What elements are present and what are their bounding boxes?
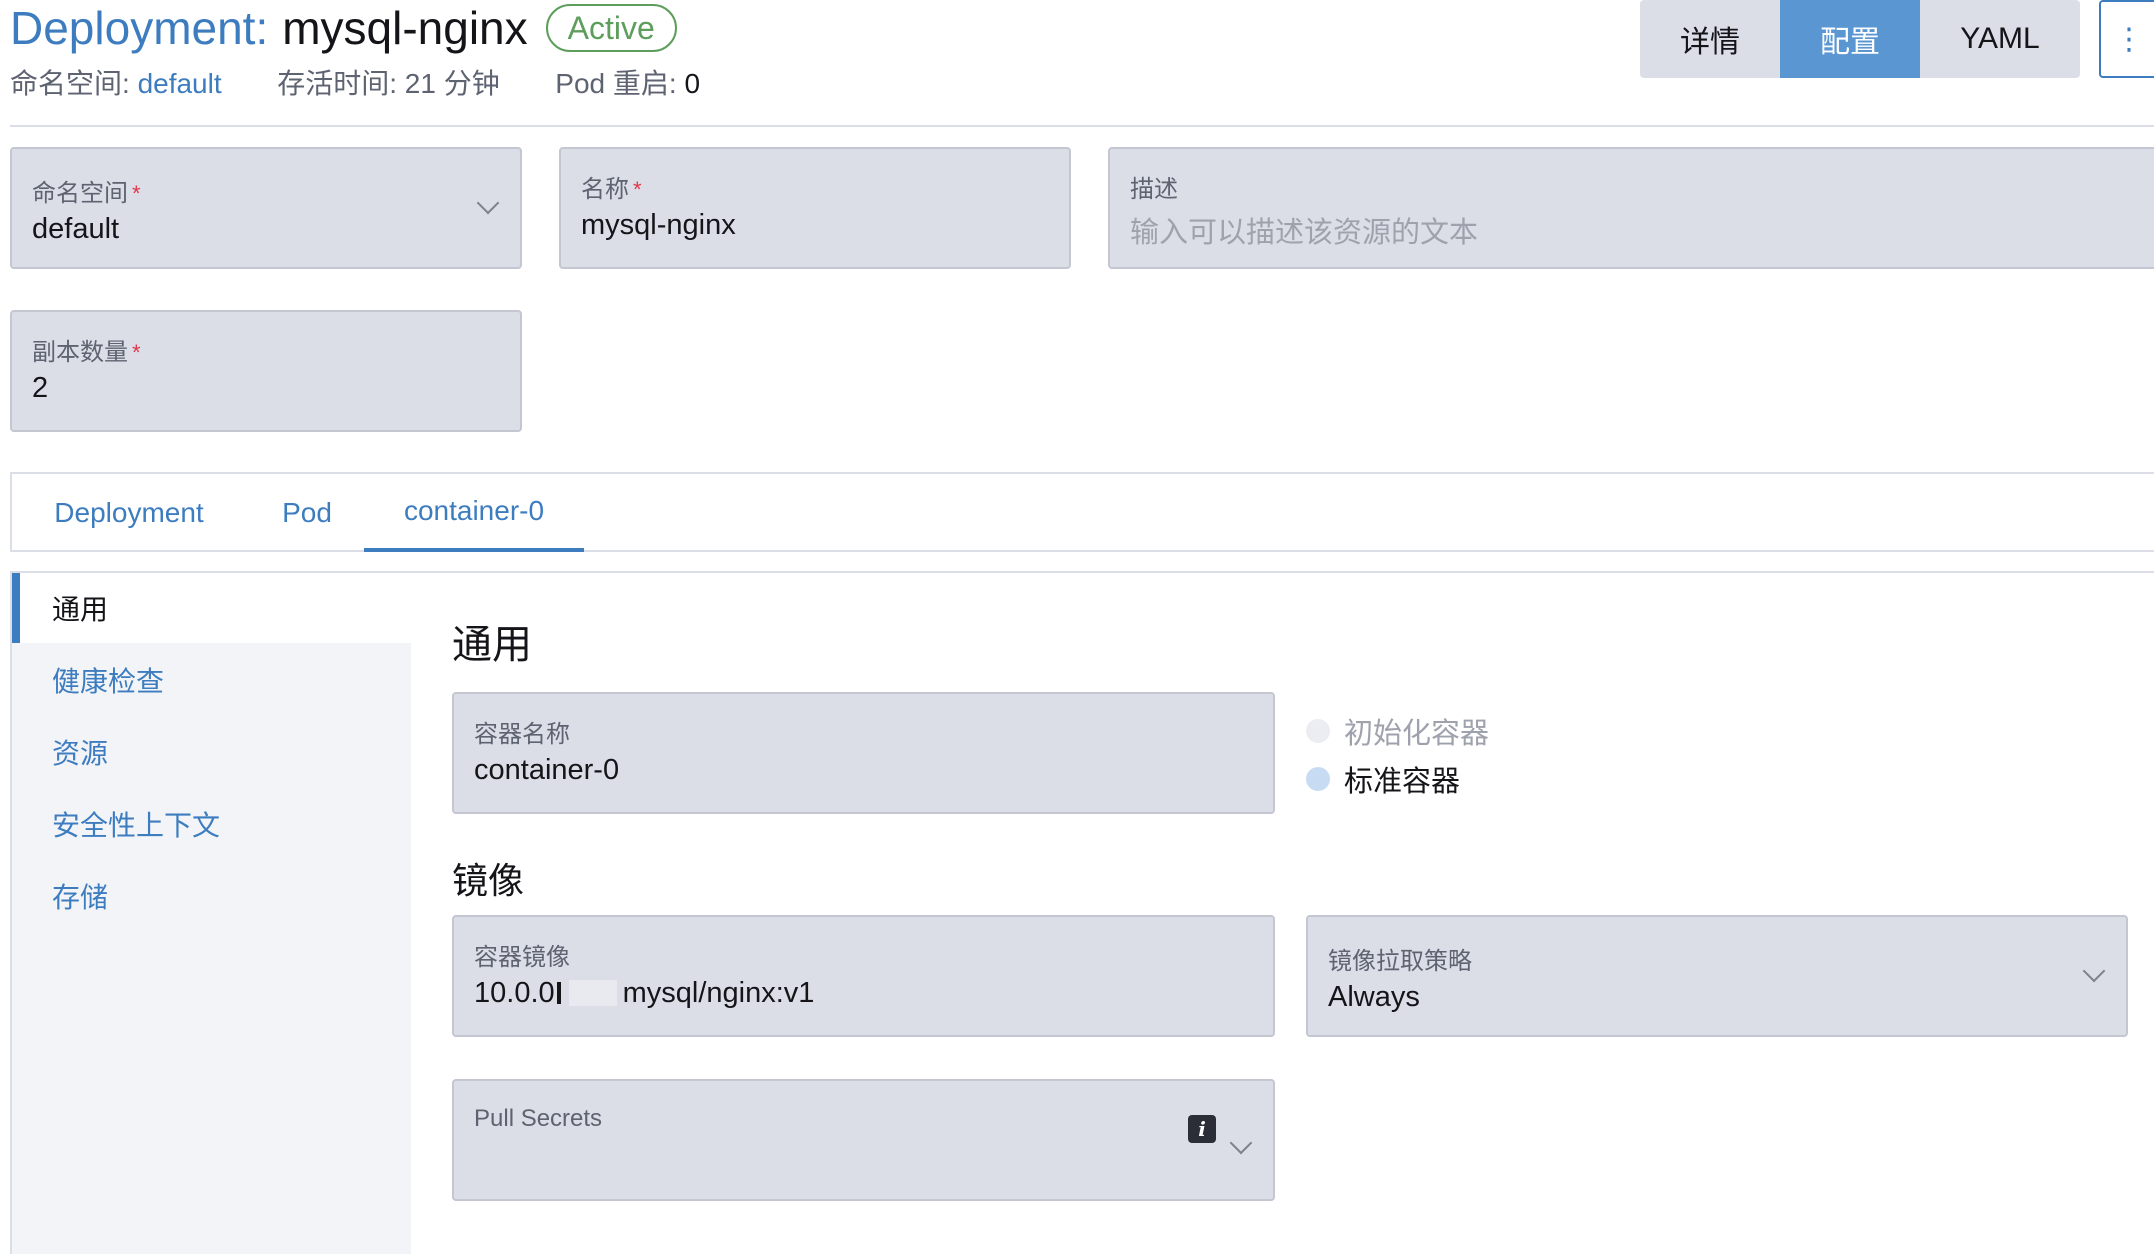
radio-init-container[interactable]: 初始化容器 — [1306, 710, 1489, 752]
sidebar-item-storage[interactable]: 存储 — [12, 861, 411, 931]
chevron-down-icon — [476, 191, 500, 215]
age-label: 存活时间: — [277, 68, 397, 99]
image-section-title: 镜像 — [452, 860, 525, 901]
age-value: 21 分钟 — [404, 68, 500, 99]
sidebar-item-health-check[interactable]: 健康检查 — [12, 645, 411, 715]
sidebar-item-general[interactable]: 通用 — [12, 573, 411, 643]
radio-init-label: 初始化容器 — [1344, 718, 1490, 750]
config-button[interactable]: 配置 — [1780, 0, 1920, 78]
namespace-label: 命名空间: — [10, 68, 130, 99]
resource-kind: Deployment: — [10, 2, 269, 54]
tab-deployment[interactable]: Deployment — [24, 474, 234, 552]
container-name-label: 容器名称 — [474, 721, 570, 748]
page-title: Deployment: mysql-nginx Active — [10, 0, 677, 56]
container-image-value: 10.0.0 mysql/nginx:v1 — [474, 977, 815, 1009]
replicas-field[interactable]: 副本数量 * 2 — [10, 310, 522, 432]
resource-name: mysql-nginx — [282, 2, 528, 54]
required-marker: * — [132, 181, 141, 206]
name-field-value: mysql-nginx — [581, 209, 736, 241]
container-name-field[interactable]: 容器名称 container-0 — [452, 692, 1275, 814]
pull-secrets-select[interactable]: Pull Secrets i — [452, 1079, 1275, 1201]
tab-bar: Deployment Pod container-0 — [10, 472, 2154, 552]
pull-policy-label: 镜像拉取策略 — [1328, 948, 1472, 975]
namespace-select-label: 命名空间 — [32, 180, 128, 207]
radio-standard-label: 标准容器 — [1344, 766, 1461, 798]
required-marker: * — [132, 340, 141, 365]
tab-pod[interactable]: Pod — [252, 474, 362, 552]
pull-secrets-label: Pull Secrets — [474, 1105, 603, 1132]
container-image-label: 容器镜像 — [474, 944, 570, 971]
general-section-title: 通用 — [452, 623, 532, 667]
restarts-value: 0 — [684, 68, 701, 99]
description-placeholder: 输入可以描述该资源的文本 — [1130, 217, 1479, 249]
tab-container-0[interactable]: container-0 — [364, 474, 584, 552]
pull-policy-value: Always — [1328, 981, 1420, 1013]
description-field-label: 描述 — [1130, 176, 1178, 203]
yaml-button[interactable]: YAML — [1920, 0, 2080, 78]
info-icon[interactable]: i — [1188, 1115, 1216, 1143]
container-name-value: container-0 — [474, 754, 620, 786]
header-divider — [10, 125, 2154, 127]
radio-selected-icon — [1306, 767, 1330, 791]
view-mode-toggle: 详情 配置 YAML — [1640, 0, 2080, 78]
chevron-down-icon — [1229, 1131, 1253, 1155]
sidebar: 通用 健康检查 资源 安全性上下文 存储 — [12, 573, 411, 1254]
pull-policy-select[interactable]: 镜像拉取策略 Always — [1306, 915, 2128, 1037]
namespace-link[interactable]: default — [138, 68, 222, 99]
radio-standard-container[interactable]: 标准容器 — [1306, 758, 1460, 800]
status-badge: Active — [545, 4, 677, 52]
namespace-select[interactable]: 命名空间 * default — [10, 147, 522, 269]
sidebar-item-resources[interactable]: 资源 — [12, 717, 411, 787]
required-marker: * — [633, 177, 642, 202]
detail-button[interactable]: 详情 — [1640, 0, 1780, 78]
description-field[interactable]: 描述 输入可以描述该资源的文本 — [1108, 147, 2154, 269]
name-field[interactable]: 名称 * mysql-nginx — [559, 147, 1071, 269]
more-actions-icon[interactable]: ⋮ — [2099, 0, 2154, 78]
replicas-field-label: 副本数量 — [32, 339, 128, 366]
namespace-select-value: default — [32, 213, 120, 245]
name-field-label: 名称 — [581, 176, 629, 203]
sidebar-item-security-context[interactable]: 安全性上下文 — [12, 789, 411, 859]
container-image-field[interactable]: 容器镜像 10.0.0 mysql/nginx:v1 — [452, 915, 1275, 1037]
chevron-down-icon — [2082, 959, 2106, 983]
radio-unselected-icon — [1306, 719, 1330, 743]
restarts-label: Pod 重启: — [555, 68, 677, 99]
resource-meta: 命名空间: default 存活时间: 21 分钟 Pod 重启: 0 — [10, 62, 700, 102]
replicas-field-value: 2 — [32, 372, 49, 404]
